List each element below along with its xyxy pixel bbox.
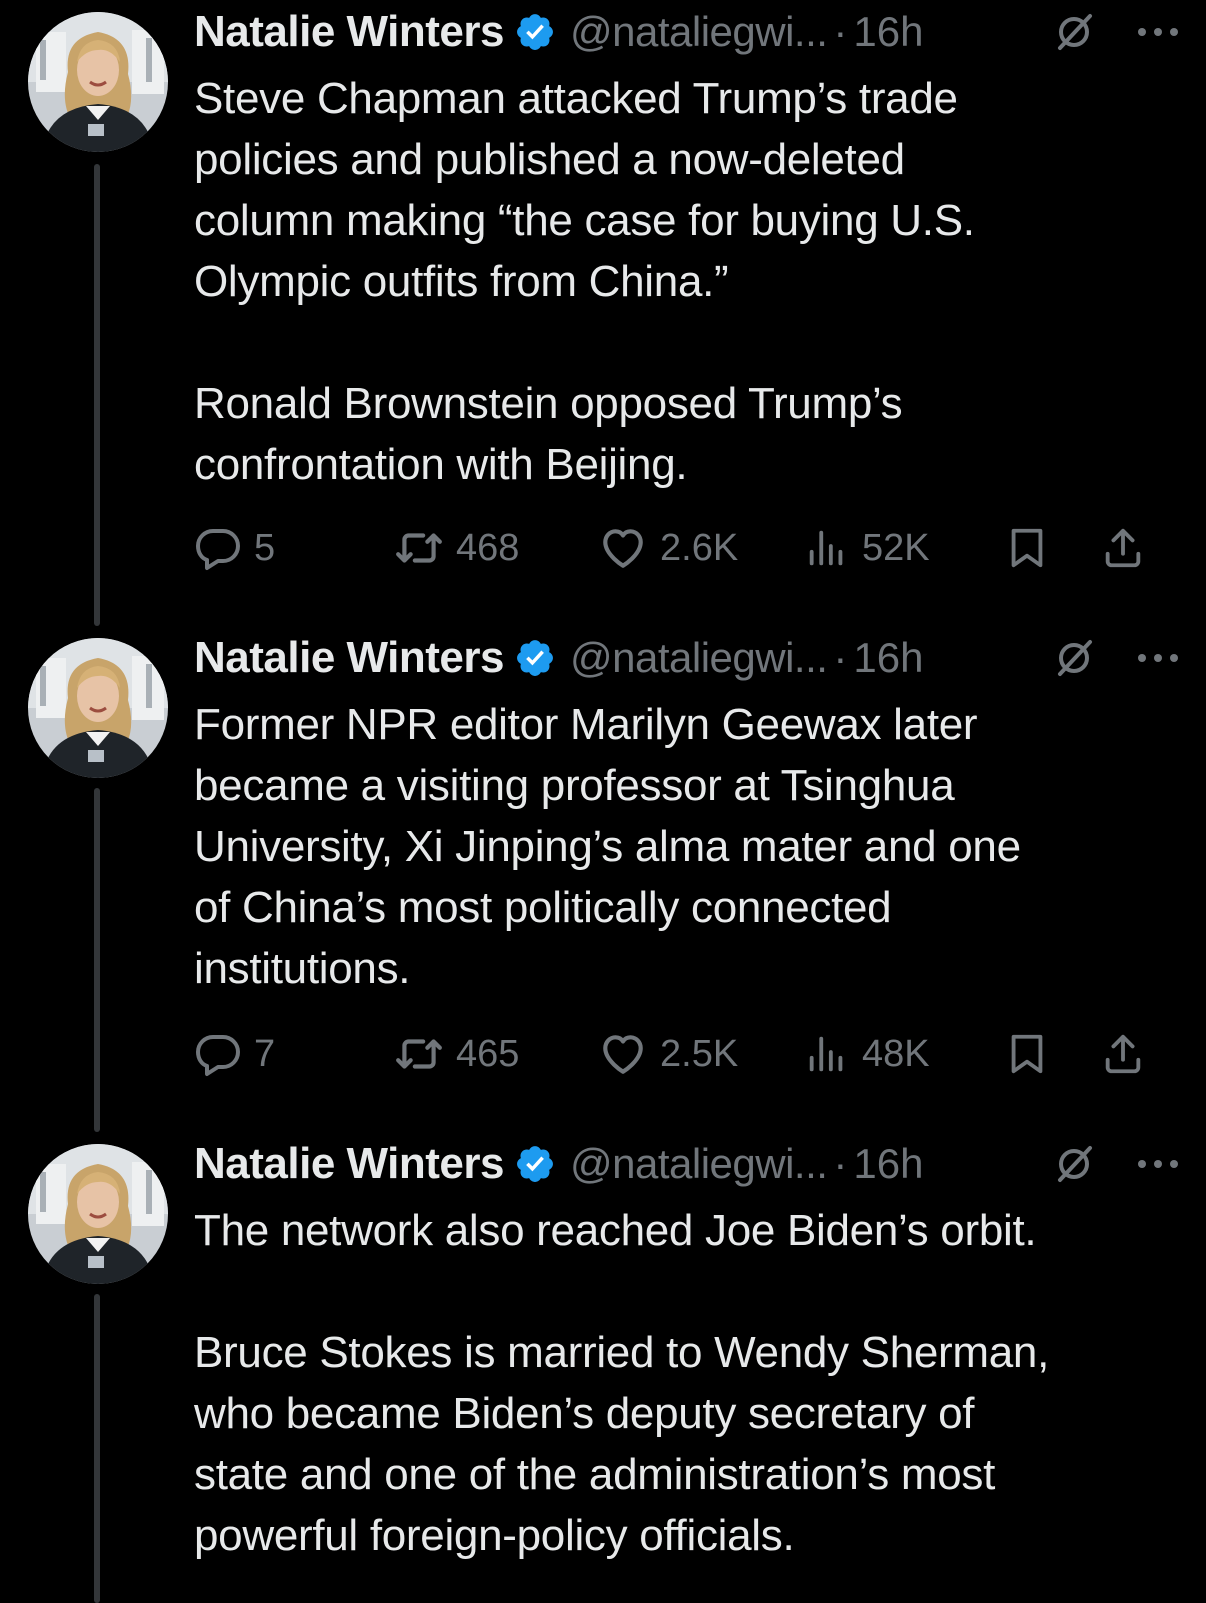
reply-count: 7 <box>254 1032 276 1075</box>
more-horizontal-icon[interactable] <box>1134 1154 1182 1174</box>
tweet-header: Natalie Winters @nataliegwi... · 16h <box>194 630 1184 686</box>
views-button[interactable]: 52K <box>804 518 930 578</box>
author-name[interactable]: Natalie Winters <box>194 1139 504 1189</box>
separator: · <box>833 1140 848 1187</box>
share-button[interactable] <box>1100 518 1146 578</box>
heart-icon <box>598 1029 648 1079</box>
bookmark-button[interactable] <box>1004 1024 1050 1084</box>
reply-icon <box>194 1030 242 1078</box>
views-count: 48K <box>862 1032 930 1075</box>
grok-icon[interactable] <box>1052 1142 1096 1186</box>
tweet-header: Natalie Winters @nataliegwi... · 16h <box>194 4 1184 60</box>
bookmark-icon <box>1004 1031 1050 1077</box>
share-icon <box>1100 525 1146 571</box>
avatar[interactable] <box>28 1144 168 1284</box>
tweet[interactable]: Natalie Winters @nataliegwi... · 16h Ste… <box>0 0 1206 626</box>
verified-badge-icon[interactable] <box>514 637 556 679</box>
views-button[interactable]: 48K <box>804 1024 930 1084</box>
verified-badge-icon[interactable] <box>514 11 556 53</box>
grok-icon[interactable] <box>1052 10 1096 54</box>
tweet-text: Former NPR editor Marilyn Geewax later b… <box>194 700 1021 993</box>
heart-icon <box>598 523 648 573</box>
like-button[interactable]: 2.5K <box>598 1024 738 1084</box>
timestamp[interactable]: 16h <box>853 1140 923 1188</box>
repost-icon <box>394 1029 444 1079</box>
share-icon <box>1100 1031 1146 1077</box>
author-name[interactable]: Natalie Winters <box>194 7 504 57</box>
views-icon <box>804 1031 850 1077</box>
more-horizontal-icon[interactable] <box>1134 648 1182 668</box>
separator: · <box>833 8 848 55</box>
reply-count: 5 <box>254 526 276 569</box>
thread-line <box>94 788 100 1132</box>
reply-button[interactable]: 5 <box>194 518 275 578</box>
bookmark-icon <box>1004 525 1050 571</box>
thread-line <box>94 1294 100 1603</box>
timestamp[interactable]: 16h <box>853 8 923 56</box>
tweet[interactable]: Natalie Winters @nataliegwi... · 16h For… <box>0 626 1206 1132</box>
repost-count: 465 <box>456 1032 520 1075</box>
repost-icon <box>394 523 444 573</box>
thread-line <box>94 164 100 626</box>
author-handle[interactable]: @nataliegwi... <box>570 8 828 56</box>
tweet-text: The network also reached Joe Biden’s orb… <box>194 1206 1050 1560</box>
like-button[interactable]: 2.6K <box>598 518 738 578</box>
action-bar: 5 468 2.6K 52K <box>194 518 1174 578</box>
reply-button[interactable]: 7 <box>194 1024 275 1084</box>
avatar[interactable] <box>28 638 168 778</box>
share-button[interactable] <box>1100 1024 1146 1084</box>
like-count: 2.5K <box>660 1032 739 1075</box>
timestamp[interactable]: 16h <box>853 634 923 682</box>
views-count: 52K <box>862 526 930 569</box>
verified-badge-icon[interactable] <box>514 1143 556 1185</box>
author-name[interactable]: Natalie Winters <box>194 633 504 683</box>
repost-button[interactable]: 465 <box>394 1024 519 1084</box>
tweet-header: Natalie Winters @nataliegwi... · 16h <box>194 1136 1184 1192</box>
tweet[interactable]: Natalie Winters @nataliegwi... · 16h The… <box>0 1132 1206 1603</box>
author-handle[interactable]: @nataliegwi... <box>570 1140 828 1188</box>
more-horizontal-icon[interactable] <box>1134 22 1182 42</box>
bookmark-button[interactable] <box>1004 518 1050 578</box>
like-count: 2.6K <box>660 526 739 569</box>
grok-icon[interactable] <box>1052 636 1096 680</box>
separator: · <box>833 634 848 681</box>
views-icon <box>804 525 850 571</box>
author-handle[interactable]: @nataliegwi... <box>570 634 828 682</box>
tweet-text: Steve Chapman attacked Trump’s trade pol… <box>194 74 975 489</box>
repost-count: 468 <box>456 526 520 569</box>
repost-button[interactable]: 468 <box>394 518 519 578</box>
avatar[interactable] <box>28 12 168 152</box>
action-bar: 7 465 2.5K 48K <box>194 1024 1174 1084</box>
reply-icon <box>194 524 242 572</box>
